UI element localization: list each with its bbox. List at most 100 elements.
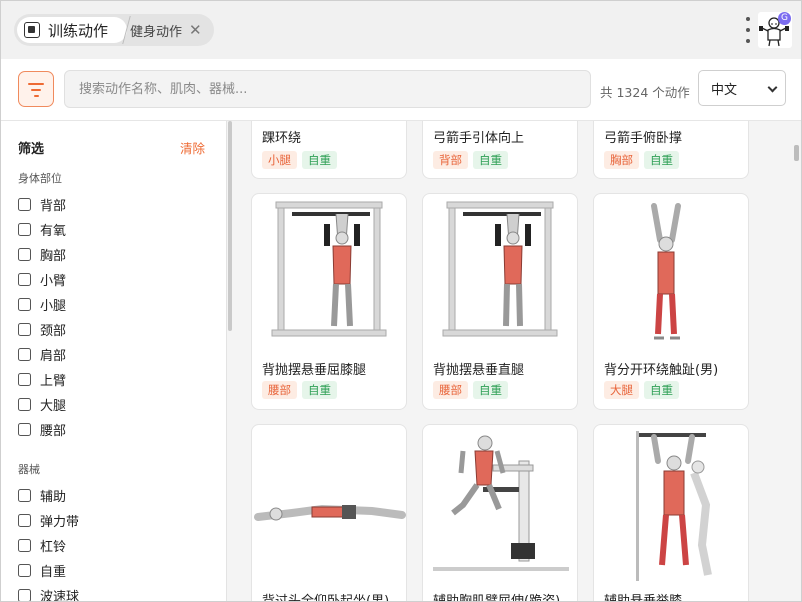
filter-item-cardio[interactable]: 有氧 <box>18 219 66 239</box>
clear-filters-button[interactable]: 清除 <box>180 138 205 157</box>
checkbox[interactable] <box>18 513 31 527</box>
checkbox[interactable] <box>18 347 31 361</box>
equipment-tag: 自重 <box>644 151 679 169</box>
filter-label: 大腿 <box>40 398 67 414</box>
exercise-card[interactable]: 背抛摆悬垂直腿 腰部 自重 <box>422 193 578 410</box>
filter-item-neck[interactable]: 颈部 <box>18 319 66 339</box>
exercise-card[interactable]: 踝环绕 小腿 自重 <box>251 121 407 179</box>
filter-label: 肩部 <box>40 348 67 364</box>
filter-label: 背部 <box>40 198 67 214</box>
checkbox[interactable] <box>18 322 31 336</box>
filter-label: 颈部 <box>40 323 67 339</box>
exercise-illustration <box>442 201 558 337</box>
exercise-card[interactable]: 背过头全仰卧起坐(男) <box>251 424 407 602</box>
filter-label: 胸部 <box>40 248 67 264</box>
app-window: 训练动作 健身动作 ✕ G 搜索动作名称、肌肉、器械... 共 1324 个动作… <box>0 0 802 602</box>
filter-item-bosu-ball[interactable]: 波速球 <box>18 585 79 601</box>
checkbox[interactable] <box>18 222 31 236</box>
checkbox[interactable] <box>18 247 31 261</box>
equipment-tag: 自重 <box>473 381 508 399</box>
filter-label: 杠铃 <box>40 539 67 555</box>
card-title: 弓箭手引体向上 <box>433 131 525 146</box>
card-title: 踝环绕 <box>262 131 302 146</box>
filter-label: 小腿 <box>40 298 67 314</box>
filter-item-barbell[interactable]: 杠铃 <box>18 535 66 555</box>
filter-item-assisted[interactable]: 辅助 <box>18 485 66 505</box>
checkbox[interactable] <box>18 422 31 436</box>
checkbox[interactable] <box>18 272 31 286</box>
exercise-card[interactable]: 背分开环绕触趾(男) 大腿 自重 <box>593 193 749 410</box>
exercise-card[interactable]: 辅助悬垂举膝 <box>593 424 749 602</box>
exercise-card[interactable]: 背抛摆悬垂屈膝腿 腰部 自重 <box>251 193 407 410</box>
equipment-tag: 自重 <box>473 151 508 169</box>
checkbox[interactable] <box>18 197 31 211</box>
exercise-card[interactable]: 弓箭手俯卧撑 胸部 自重 <box>593 121 749 179</box>
filter-item-upper-arm[interactable]: 上臂 <box>18 369 66 389</box>
action-count: 共 1324 个动作 <box>600 85 690 100</box>
sidebar-title: 筛选 <box>18 142 45 157</box>
app-icon <box>24 22 40 38</box>
muscle-tag: 小腿 <box>262 151 297 169</box>
filter-label: 辅助 <box>40 489 67 505</box>
search-bar: 共 1324 个动作 中文 <box>1 59 801 121</box>
checkbox[interactable] <box>18 297 31 311</box>
checkbox[interactable] <box>18 563 31 577</box>
exercise-card[interactable]: 辅助胸肌臂屈伸(跪姿) <box>422 424 578 602</box>
tab-group: 训练动作 健身动作 ✕ <box>14 14 214 46</box>
checkbox[interactable] <box>18 538 31 552</box>
card-title: 弓箭手俯卧撑 <box>604 131 683 146</box>
close-icon[interactable]: ✕ <box>189 22 202 38</box>
exercise-illustration <box>636 431 712 581</box>
filter-label: 弹力带 <box>40 514 80 530</box>
filter-item-bodyweight[interactable]: 自重 <box>18 560 66 580</box>
filter-button[interactable] <box>18 71 54 107</box>
card-title: 背分开环绕触趾(男) <box>604 363 719 378</box>
filter-label: 腰部 <box>40 423 67 439</box>
exercise-illustration <box>254 504 406 521</box>
checkbox[interactable] <box>18 588 31 601</box>
search-input[interactable] <box>64 70 591 108</box>
muscle-tag: 腰部 <box>433 381 468 399</box>
filter-item-back[interactable]: 背部 <box>18 194 66 214</box>
filter-item-shoulder[interactable]: 肩部 <box>18 344 66 364</box>
tab-fitness-actions[interactable]: 健身动作 ✕ <box>130 14 214 46</box>
language-select[interactable]: 中文 <box>698 70 786 106</box>
filter-label: 有氧 <box>40 223 67 239</box>
checkbox[interactable] <box>18 397 31 411</box>
exercise-card[interactable]: 弓箭手引体向上 背部 自重 <box>422 121 578 179</box>
card-title: 背过头全仰卧起坐(男) <box>262 594 390 602</box>
filter-label: 小臂 <box>40 273 67 289</box>
checkbox[interactable] <box>18 372 31 386</box>
sidebar-scrollbar[interactable] <box>228 121 232 331</box>
exercise-illustration <box>651 203 681 340</box>
filter-item-chest[interactable]: 胸部 <box>18 244 66 264</box>
equipment-tag: 自重 <box>302 381 337 399</box>
more-menu-icon[interactable] <box>743 17 753 43</box>
filter-item-calf[interactable]: 小腿 <box>18 294 66 314</box>
muscle-tag: 背部 <box>433 151 468 169</box>
avatar[interactable]: G <box>758 12 792 48</box>
card-title: 背抛摆悬垂屈膝腿 <box>262 363 367 378</box>
filter-item-thigh[interactable]: 大腿 <box>18 394 66 414</box>
muscle-tag: 大腿 <box>604 381 639 399</box>
tab-training-actions[interactable]: 训练动作 <box>17 17 127 43</box>
exercise-illustration <box>433 435 569 571</box>
exercise-illustration <box>271 201 387 337</box>
equipment-tag: 自重 <box>302 151 337 169</box>
section-body-parts: 身体部位 <box>18 172 62 185</box>
language-value: 中文 <box>711 82 738 98</box>
card-title: 背抛摆悬垂直腿 <box>433 363 525 378</box>
filter-sidebar: 筛选 清除 身体部位 背部 有氧 胸部 小臂 小腿 颈部 肩部 上臂 大腿 腰部… <box>1 121 227 601</box>
equipment-tag: 自重 <box>644 381 679 399</box>
filter-label: 自重 <box>40 564 67 580</box>
filter-item-waist[interactable]: 腰部 <box>18 419 66 439</box>
checkbox[interactable] <box>18 488 31 502</box>
filter-item-forearm[interactable]: 小臂 <box>18 269 66 289</box>
card-title: 辅助胸肌臂屈伸(跪姿) <box>433 594 561 602</box>
card-title: 辅助悬垂举膝 <box>604 594 683 602</box>
chevron-down-icon <box>767 82 778 93</box>
tab-label: 健身动作 <box>130 24 183 40</box>
filter-item-band[interactable]: 弹力带 <box>18 510 79 530</box>
main-scrollbar[interactable] <box>794 145 799 161</box>
avatar-badge: G <box>778 12 791 25</box>
